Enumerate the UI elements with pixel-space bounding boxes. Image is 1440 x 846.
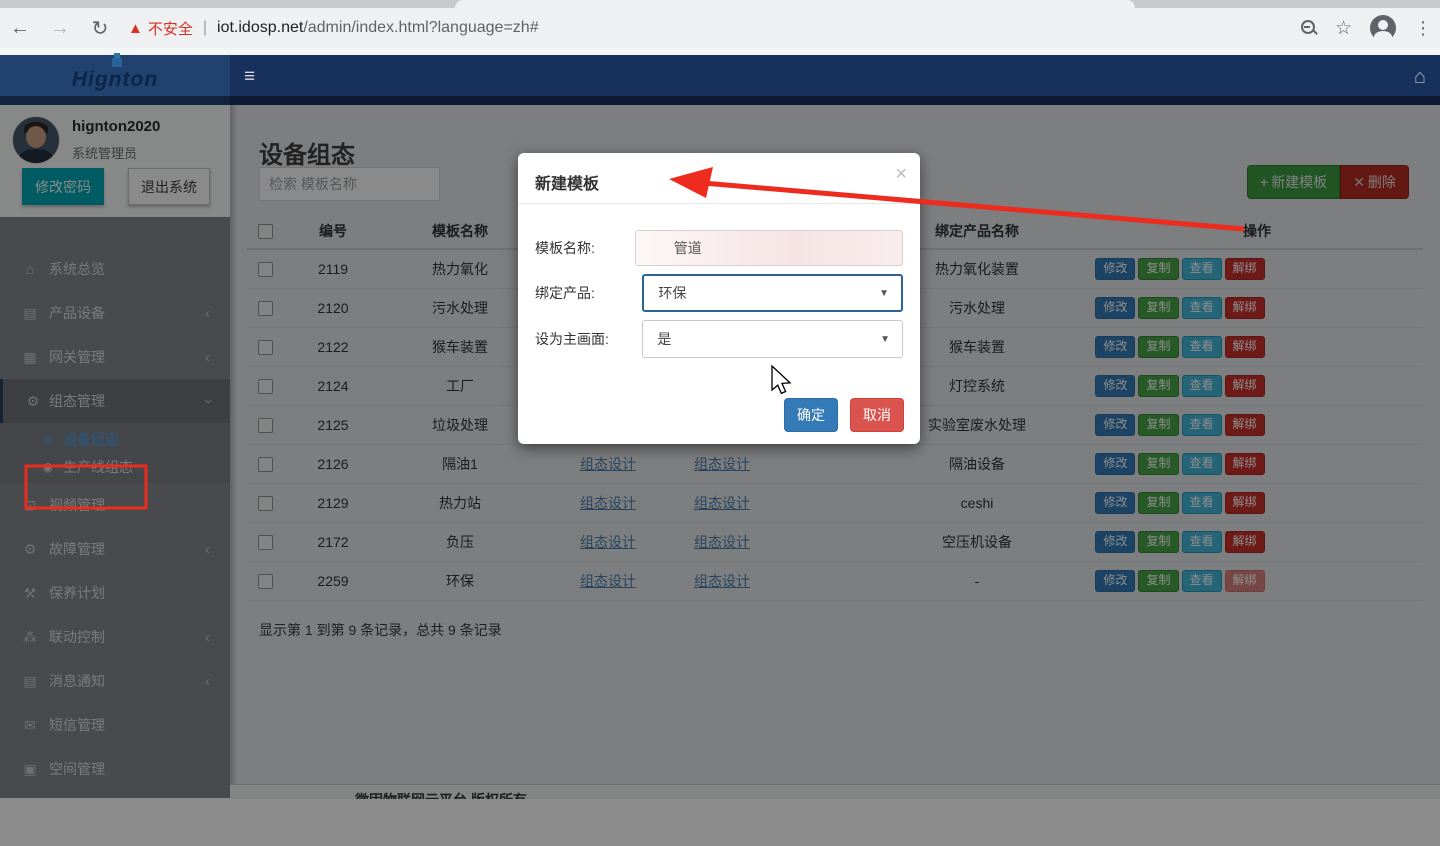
modal-title: 新建模板 (535, 170, 599, 194)
browser-active-tab[interactable] (455, 0, 1135, 8)
logo-tower-icon (112, 58, 122, 67)
caret-down-icon: ▼ (880, 334, 890, 345)
url-path: /admin/index.html?language=zh# (303, 19, 538, 37)
security-warning[interactable]: 不安全 (148, 18, 193, 39)
app-logo: Hignton (72, 68, 158, 92)
bind-product-label: 绑定产品: (535, 283, 642, 303)
address-bar[interactable]: ▲ 不安全 | iot.idosp.net/admin/index.html?l… (128, 18, 539, 39)
bookmark-star-icon[interactable]: ☆ (1335, 17, 1352, 40)
new-template-modal: 新建模板 × 模板名称: 绑定产品: 环保 ▼ 设为主画面: 是 ▼ 确定 取消 (518, 153, 920, 444)
back-icon[interactable]: ← (0, 17, 40, 40)
browser-profile-avatar[interactable] (1370, 15, 1396, 41)
zoom-out-icon[interactable] (1301, 20, 1317, 36)
main-screen-select[interactable]: 是 ▼ (642, 320, 903, 358)
confirm-button[interactable]: 确定 (784, 398, 838, 432)
home-icon[interactable]: ⌂ (1414, 66, 1426, 89)
reload-icon[interactable]: ↻ (80, 16, 120, 41)
main-screen-label: 设为主画面: (535, 329, 642, 349)
template-name-input[interactable] (635, 230, 903, 266)
browser-menu-icon[interactable]: ⋮ (1414, 18, 1432, 39)
template-name-label: 模板名称: (535, 238, 635, 258)
browser-chrome: ← → ↻ ▲ 不安全 | iot.idosp.net/admin/index.… (0, 0, 1440, 49)
modal-close-icon[interactable]: × (895, 163, 907, 186)
bind-product-select[interactable]: 环保 ▼ (642, 274, 903, 312)
hamburger-menu-icon[interactable]: ≡ (244, 66, 255, 88)
cancel-button[interactable]: 取消 (850, 398, 904, 432)
url-domain: iot.idosp.net (217, 19, 303, 37)
browser-tab-strip (0, 0, 1440, 8)
warning-triangle-icon: ▲ (128, 20, 143, 37)
caret-down-icon: ▼ (879, 288, 889, 299)
page: Hignton ≡ ⌂ hignton2020 系统管理员 修改密码 退出系统 … (0, 48, 1440, 798)
forward-icon[interactable]: → (40, 17, 80, 40)
